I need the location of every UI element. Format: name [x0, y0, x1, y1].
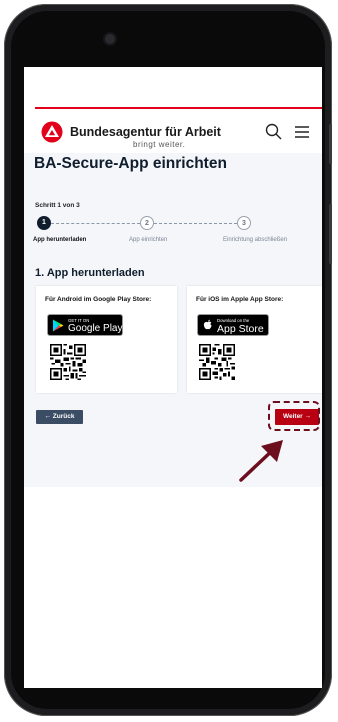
pointer-arrow-icon — [239, 440, 283, 482]
ios-card-title: Für iOS im Apple App Store: — [196, 296, 284, 303]
page-title: BA-Secure-App einrichten — [34, 155, 227, 172]
android-card-title: Für Android im Google Play Store: — [45, 296, 152, 303]
ios-store-card: Für iOS im Apple App Store: Download on … — [187, 286, 322, 393]
back-button[interactable]: ← Zurück — [36, 410, 83, 424]
step-3-indicator: 3 — [237, 216, 251, 230]
step-2-label: App einrichten — [129, 237, 168, 243]
apple-badge-big-text: App Store — [217, 323, 264, 335]
ba-logo-icon[interactable] — [40, 121, 64, 143]
google-play-icon — [53, 319, 64, 332]
google-play-qr-code — [50, 344, 86, 380]
step-3-label: Einrichtung abschließen — [223, 237, 288, 243]
apple-icon — [203, 319, 212, 330]
google-play-badge[interactable]: GET IT ON Google Play — [47, 314, 123, 336]
stepper-connector — [51, 223, 140, 225]
brand-tagline: bringt weiter. — [133, 140, 186, 149]
google-badge-big-text: Google Play — [68, 323, 123, 334]
step-1-label: App herunterladen — [33, 237, 87, 243]
volume-button — [329, 124, 332, 164]
power-button — [329, 204, 332, 264]
phone-frame: Bundesagentur für Arbeit bringt weiter. … — [4, 4, 332, 716]
android-store-card: Für Android im Google Play Store: GET IT… — [36, 286, 177, 393]
search-icon[interactable] — [264, 122, 284, 142]
app-screen: Bundesagentur für Arbeit bringt weiter. … — [24, 67, 322, 688]
brand-name[interactable]: Bundesagentur für Arbeit — [70, 125, 221, 139]
next-button-highlight — [268, 401, 320, 431]
stepper-connector — [154, 223, 237, 225]
site-header: Bundesagentur für Arbeit bringt weiter. — [24, 109, 322, 153]
step-1-indicator: 1 — [37, 216, 51, 230]
menu-icon[interactable] — [292, 122, 312, 142]
app-store-badge[interactable]: Download on the App Store — [197, 314, 269, 336]
app-store-qr-code — [199, 344, 235, 380]
section-title: 1. App herunterladen — [35, 267, 145, 279]
camera-icon — [105, 34, 115, 44]
step-2-indicator: 2 — [140, 216, 154, 230]
step-counter: Schritt 1 von 3 — [35, 202, 80, 209]
